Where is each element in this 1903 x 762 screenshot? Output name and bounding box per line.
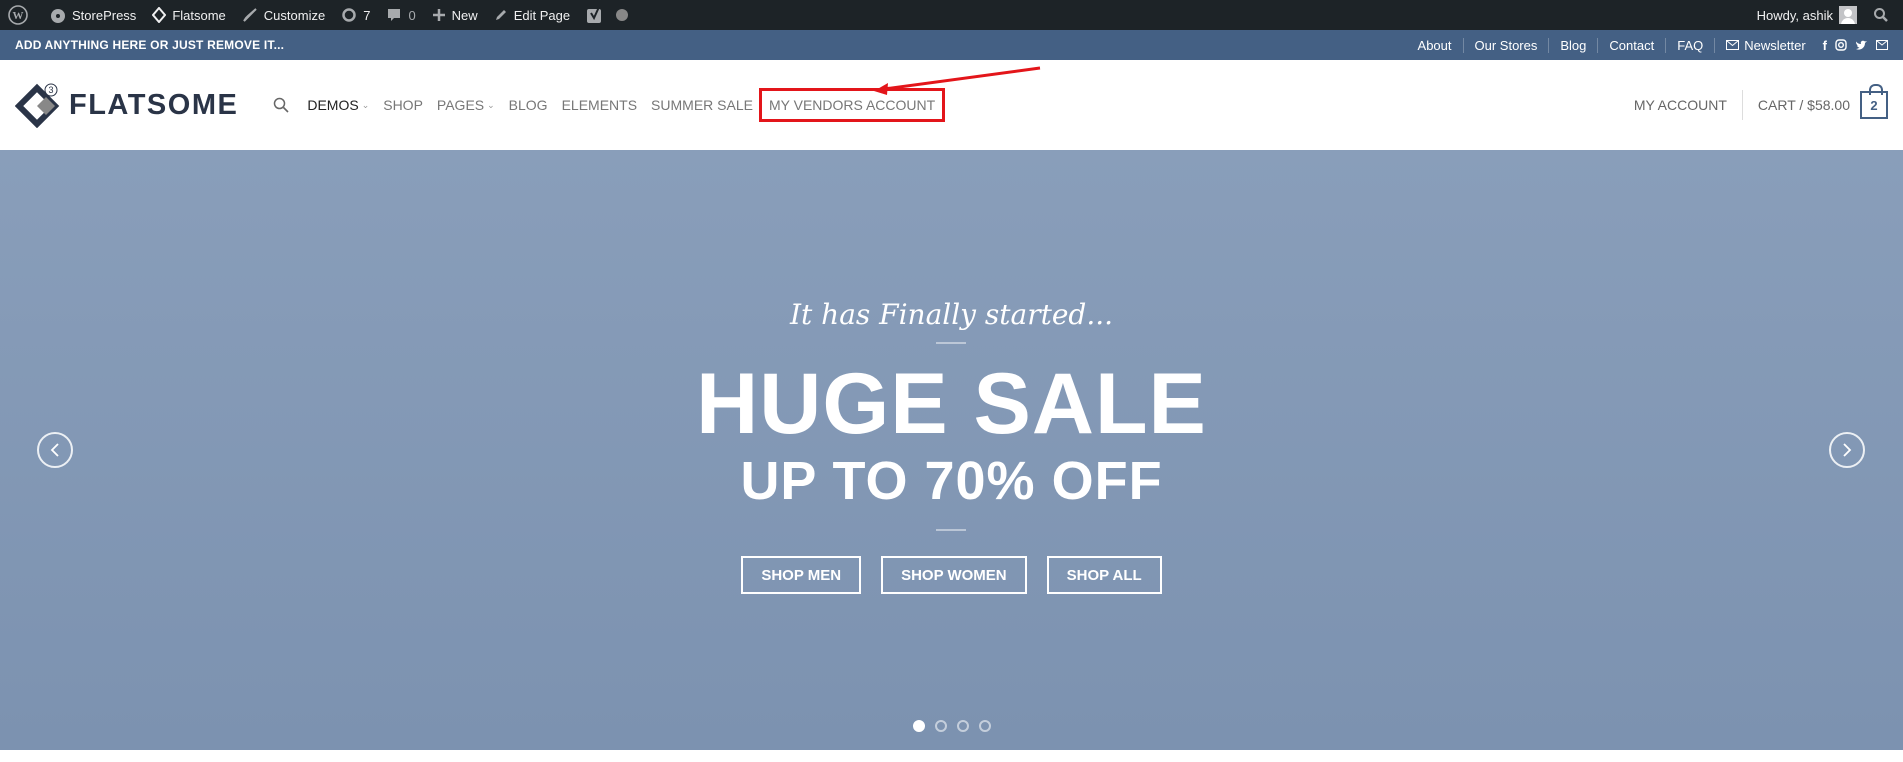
logo-badge: 3	[48, 85, 53, 95]
top-bar-links: About Our Stores Blog Contact FAQ Newsle…	[1407, 37, 1888, 53]
nav-pages-label: PAGES	[436, 97, 485, 113]
seo-status-dot	[616, 9, 629, 21]
plus-icon	[432, 9, 445, 21]
nav-blog-label: BLOG	[508, 97, 548, 113]
updates-link[interactable]: 7	[333, 0, 378, 30]
header-divider	[1741, 90, 1743, 120]
customize-link[interactable]: Customize	[234, 0, 333, 30]
nav-elements[interactable]: ELEMENTS	[555, 97, 644, 113]
main-nav: DEMOS ⌄ SHOP PAGES ⌄ BLOG ELEMENTS SUMMER …	[266, 88, 946, 122]
nav-my-vendors-account[interactable]: MY VENDORS ACCOUNT	[758, 88, 946, 122]
top-link-contact[interactable]: Contact	[1597, 37, 1665, 53]
newsletter-label: Newsletter	[1744, 37, 1806, 53]
email-icon[interactable]	[1876, 40, 1888, 50]
search-icon	[274, 97, 289, 113]
facebook-icon[interactable]: f	[1823, 38, 1827, 53]
slider-dot-1[interactable]	[912, 720, 925, 732]
svg-text:W: W	[13, 10, 24, 22]
shop-all-button[interactable]: SHOP ALL	[1046, 556, 1162, 594]
new-content-link[interactable]: New	[424, 0, 486, 30]
comments-link[interactable]: 0	[378, 0, 423, 30]
customize-label: Customize	[263, 7, 326, 23]
hero-subtitle: UP TO 70% OFF	[740, 451, 1163, 511]
nav-pages[interactable]: PAGES ⌄	[430, 97, 502, 113]
slider-dot-2[interactable]	[934, 720, 947, 732]
slider-dot-4[interactable]	[978, 720, 991, 732]
wp-logo-button[interactable]: W	[0, 0, 42, 30]
top-link-our-stores[interactable]: Our Stores	[1462, 37, 1549, 53]
top-link-faq[interactable]: FAQ	[1665, 37, 1714, 53]
updates-count: 7	[363, 7, 371, 23]
admin-search-button[interactable]	[1865, 0, 1903, 30]
site-name-link[interactable]: StorePress	[42, 0, 144, 30]
my-account-link[interactable]: MY ACCOUNT	[1634, 97, 1727, 113]
top-link-blog[interactable]: Blog	[1548, 37, 1597, 53]
slider-dots	[0, 720, 1903, 732]
twitter-icon[interactable]	[1855, 40, 1868, 51]
top-link-newsletter[interactable]: Newsletter	[1714, 37, 1816, 53]
slider-next-button[interactable]	[1829, 432, 1865, 468]
site-logo[interactable]: 3 FLATSOME	[15, 82, 238, 128]
hero-title: HUGE SALE	[696, 356, 1207, 452]
cart-link[interactable]: CART / $58.00	[1758, 97, 1850, 113]
yoast-icon	[587, 6, 602, 23]
hero-divider-bottom	[936, 529, 966, 531]
nav-demos-label: DEMOS	[307, 97, 359, 113]
nav-blog[interactable]: BLOG	[502, 97, 555, 113]
cart-bag-icon[interactable]: 2	[1860, 84, 1888, 119]
header-right: MY ACCOUNT CART / $58.00 2	[1634, 84, 1888, 120]
howdy-text: Howdy, ashik	[1756, 7, 1833, 23]
wordpress-icon: W	[8, 5, 28, 25]
yoast-link[interactable]	[578, 0, 636, 30]
brush-icon	[242, 8, 257, 22]
shop-men-button[interactable]: SHOP MEN	[741, 556, 862, 594]
my-account-menu[interactable]: Howdy, ashik	[1749, 0, 1865, 30]
nav-elements-label: ELEMENTS	[561, 97, 638, 113]
theme-label: Flatsome	[172, 7, 226, 23]
nav-shop[interactable]: SHOP	[376, 97, 430, 113]
cart-count: 2	[1870, 97, 1878, 113]
top-link-about[interactable]: About	[1407, 38, 1463, 53]
nav-summer-sale-label: SUMMER SALE	[651, 97, 753, 113]
hero-slider: It has Finally started... HUGE SALE UP T…	[0, 150, 1903, 750]
flatsome-icon	[152, 7, 167, 23]
chevron-right-icon	[1843, 443, 1852, 457]
nav-summer-sale[interactable]: SUMMER SALE	[644, 97, 760, 113]
chevron-down-icon: ⌄	[487, 99, 495, 110]
theme-link[interactable]: Flatsome	[144, 0, 233, 30]
wp-admin-bar: W StorePress Flatsome Customize 7 0 New …	[0, 0, 1903, 30]
chevron-left-icon	[50, 443, 59, 457]
nav-demos[interactable]: DEMOS ⌄	[300, 97, 376, 113]
dashboard-icon	[51, 9, 65, 23]
logo-text: FLATSOME	[69, 88, 239, 121]
hero-buttons: SHOP MEN SHOP WOMEN SHOP ALL	[0, 556, 1903, 594]
edit-page-link[interactable]: Edit Page	[486, 0, 578, 30]
header-search-button[interactable]	[266, 97, 296, 113]
nav-shop-label: SHOP	[383, 97, 423, 113]
new-label: New	[451, 7, 478, 23]
envelope-icon	[1726, 40, 1740, 50]
updates-icon	[342, 8, 356, 22]
comment-icon	[388, 9, 401, 21]
instagram-icon[interactable]	[1835, 39, 1847, 51]
shop-women-button[interactable]: SHOP WOMEN	[881, 556, 1027, 594]
slider-prev-button[interactable]	[37, 432, 73, 468]
nav-my-vendors-account-label: MY VENDORS ACCOUNT	[768, 97, 936, 113]
flatsome-logo-icon: 3	[15, 83, 60, 128]
search-icon	[1874, 8, 1888, 22]
site-name: StorePress	[72, 7, 137, 23]
site-header: 3 FLATSOME DEMOS ⌄ SHOP PAGES ⌄ BLOG ELEME…	[0, 60, 1903, 150]
social-icons: f	[1823, 38, 1888, 53]
chevron-down-icon: ⌄	[361, 99, 370, 110]
pencil-icon	[495, 10, 506, 20]
hero-kicker: It has Finally started...	[789, 298, 1114, 331]
top-bar: ADD ANYTHING HERE OR JUST REMOVE IT... A…	[0, 30, 1903, 60]
top-bar-message: ADD ANYTHING HERE OR JUST REMOVE IT...	[15, 38, 285, 52]
slider-dot-3[interactable]	[956, 720, 969, 732]
edit-page-label: Edit Page	[513, 7, 571, 23]
user-avatar	[1839, 6, 1857, 24]
hero-divider-top	[936, 342, 966, 344]
comments-count: 0	[408, 7, 416, 23]
